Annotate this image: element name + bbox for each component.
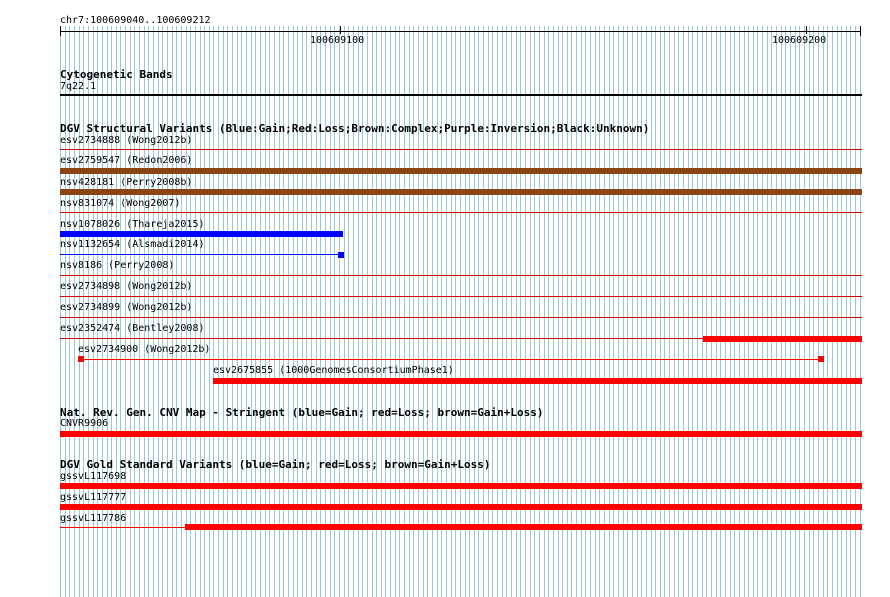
ruler-axis: [60, 31, 860, 32]
dgv-variant-bar[interactable]: [60, 149, 862, 150]
gold-variant-bar[interactable]: [60, 504, 862, 510]
dgv-variant-label[interactable]: nsv1078026 (Thareja2015): [60, 219, 205, 231]
cytoband-track-title: Cytogenetic Bands: [60, 68, 173, 81]
dgv-variant-label[interactable]: esv2734888 (Wong2012b): [60, 135, 192, 147]
cnv-region-label[interactable]: CNVR9906: [60, 418, 108, 430]
dgv-variant-start-marker: [78, 356, 84, 362]
dgv-variant-bar[interactable]: [60, 212, 862, 213]
ruler-major-tick-left: [340, 26, 341, 34]
dgv-variant-label[interactable]: esv2675855 (1000GenomesConsortiumPhase1): [213, 365, 454, 377]
dgv-variant-end-marker: [338, 252, 344, 258]
cnv-region-bar[interactable]: [60, 431, 862, 437]
dgv-variant-label[interactable]: esv2734898 (Wong2012b): [60, 281, 192, 293]
dgv-variant-label[interactable]: esv2734899 (Wong2012b): [60, 302, 192, 314]
dgv-variant-label[interactable]: esv2759547 (Redon2006): [60, 155, 192, 167]
dgv-variant-bar[interactable]: [60, 296, 862, 297]
dgv-variant-bar[interactable]: [60, 317, 862, 318]
gold-variant-label[interactable]: gssvL117698: [60, 471, 126, 483]
cnv-track-title: Nat. Rev. Gen. CNV Map - Stringent (blue…: [60, 406, 544, 419]
gold-track-title: DGV Gold Standard Variants (blue=Gain; r…: [60, 458, 491, 471]
ruler-tick-label-right: 100609200: [772, 35, 827, 46]
ruler-end-tick: [860, 26, 861, 36]
dgv-variant-end-marker: [818, 356, 824, 362]
gold-variant-label[interactable]: gssvL117786: [60, 513, 126, 525]
dgv-variant-label[interactable]: esv2734900 (Wong2012b): [78, 344, 210, 356]
dgv-variant-bar[interactable]: [60, 168, 862, 174]
gold-variant-bar[interactable]: [60, 483, 862, 489]
dgv-variant-bar[interactable]: [703, 336, 862, 342]
ruler-major-tick-right: [806, 26, 807, 34]
ruler-start-tick: [60, 26, 61, 36]
ruler-tick-label-left: 100609100: [310, 35, 365, 46]
dgv-variant-bar[interactable]: [60, 189, 862, 195]
ruler-coordinates: chr7:100609040..100609212: [60, 15, 211, 26]
dgv-variant-bar[interactable]: [60, 254, 340, 255]
dgv-variant-label[interactable]: esv2352474 (Bentley2008): [60, 323, 205, 335]
dgv-variant-label[interactable]: nsv1132654 (Alsmadi2014): [60, 239, 205, 251]
gold-variant-bar[interactable]: [185, 524, 862, 530]
dgv-variant-bar[interactable]: [80, 359, 822, 360]
dgv-variant-bar[interactable]: [213, 378, 862, 384]
dgv-variant-label[interactable]: nsv428181 (Perry2008b): [60, 177, 192, 189]
dgv-variant-label[interactable]: nsv831074 (Wong2007): [60, 198, 180, 210]
dgv-track-title: DGV Structural Variants (Blue:Gain;Red:L…: [60, 122, 650, 135]
gold-variant-label[interactable]: gssvL117777: [60, 492, 126, 504]
dgv-variant-label[interactable]: nsv8186 (Perry2008): [60, 260, 174, 272]
dgv-variant-bar[interactable]: [60, 275, 862, 276]
cytoband-label[interactable]: 7q22.1: [60, 81, 96, 93]
cytoband-bar[interactable]: [60, 94, 862, 96]
dgv-variant-bar[interactable]: [60, 231, 343, 237]
